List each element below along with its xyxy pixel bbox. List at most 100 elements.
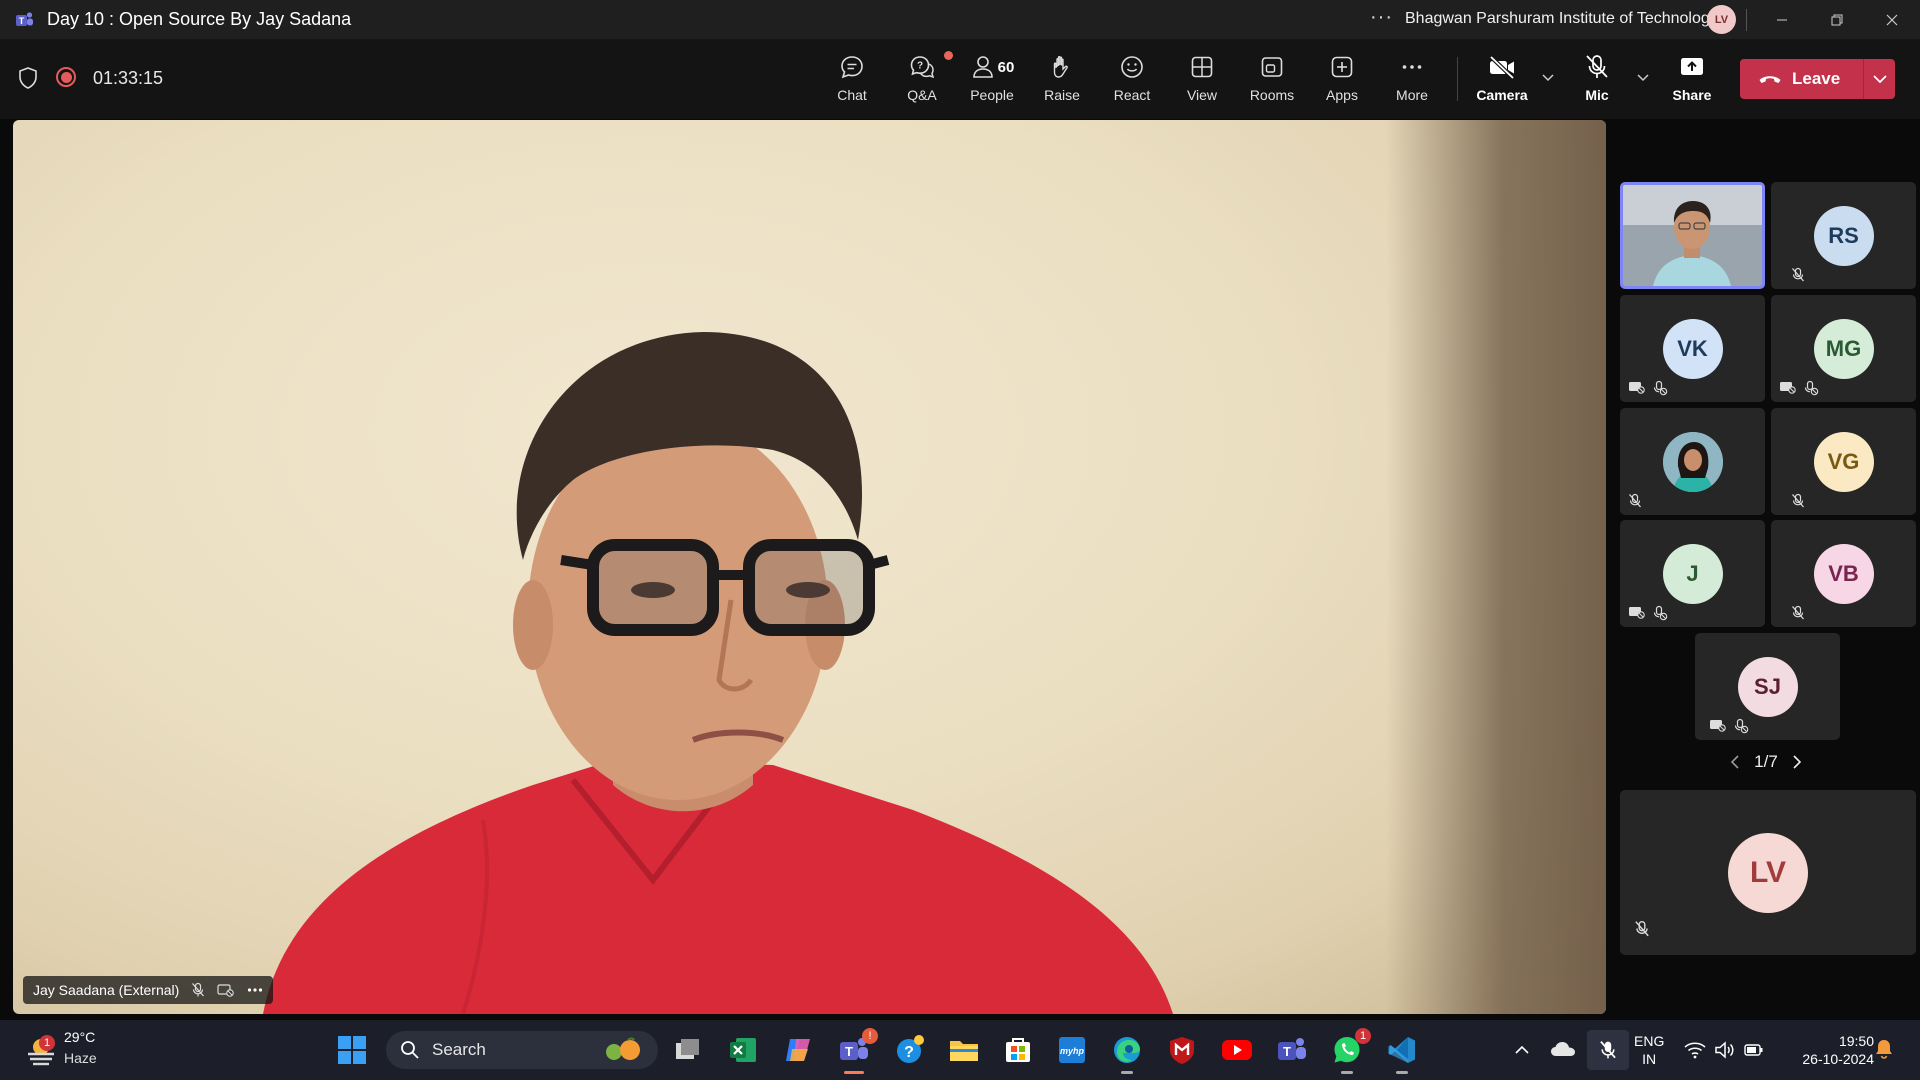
toolbar-divider [1457, 57, 1458, 101]
taskbar-helper-app[interactable]: ? [890, 1030, 930, 1070]
svg-text:T: T [19, 16, 25, 26]
volume-icon [1715, 1041, 1734, 1059]
participant-tile-video[interactable] [1620, 182, 1765, 289]
user-avatar[interactable]: LV [1707, 5, 1736, 34]
participant-tile-vk[interactable]: VK [1620, 295, 1765, 402]
running-indicator [844, 1071, 864, 1074]
raise-hand-button[interactable]: Raise [1030, 51, 1094, 109]
apps-label: Apps [1326, 87, 1358, 103]
onedrive-cloud-icon[interactable] [1550, 1040, 1576, 1058]
windows-logo-icon [338, 1036, 366, 1064]
taskbar-youtube[interactable] [1217, 1030, 1257, 1070]
rooms-button[interactable]: Rooms [1240, 51, 1304, 109]
share-button[interactable]: Share [1660, 51, 1724, 109]
mic-button[interactable]: Mic [1565, 51, 1629, 109]
system-clock[interactable]: 19:50 26-10-2024 [1782, 1032, 1874, 1068]
shield-icon[interactable] [18, 67, 38, 89]
clock-time: 19:50 [1838, 1033, 1874, 1049]
camera-button[interactable]: Camera [1470, 51, 1534, 109]
speaker-name-tag: Jay Saadana (External) [23, 976, 274, 1004]
react-label: React [1113, 87, 1151, 103]
participant-tile-mg[interactable]: MG [1771, 295, 1916, 402]
input-language[interactable]: ENG IN [1634, 1032, 1664, 1068]
wifi-icon [1684, 1042, 1706, 1059]
qa-button[interactable]: ? Q&A [890, 51, 954, 109]
svg-text:myhp: myhp [1060, 1046, 1085, 1056]
system-tray-status[interactable] [1684, 1020, 1764, 1080]
leave-button[interactable]: Leave [1740, 59, 1863, 99]
participant-avatar: J [1662, 543, 1723, 604]
leave-options-button[interactable] [1864, 74, 1895, 84]
view-button[interactable]: View [1170, 51, 1234, 109]
participant-tile-rs[interactable]: RS [1771, 182, 1916, 289]
people-icon [972, 56, 993, 78]
divider [1746, 9, 1747, 31]
more-button[interactable]: More [1380, 51, 1444, 109]
taskbar-teams[interactable]: T ! [834, 1028, 878, 1074]
close-button[interactable] [1874, 6, 1910, 34]
language-code: ENG [1634, 1033, 1665, 1049]
clock-date: 26-10-2024 [1802, 1051, 1874, 1067]
participant-avatar: SJ [1737, 656, 1798, 717]
notification-bell-icon[interactable] [1874, 1038, 1894, 1060]
taskbar-mcafee[interactable] [1162, 1030, 1202, 1070]
participant-tile-sj[interactable]: SJ [1695, 633, 1840, 740]
title-bar: T Day 10 : Open Source By Jay Sadana ···… [0, 0, 1920, 39]
chat-label: Chat [837, 87, 867, 103]
chevron-right-icon[interactable] [1792, 755, 1802, 769]
self-view-tile[interactable]: LV [1620, 790, 1916, 955]
people-button[interactable]: 60 People [960, 51, 1024, 109]
react-button[interactable]: React [1100, 51, 1164, 109]
taskbar-microsoft-store[interactable] [998, 1030, 1038, 1070]
camera-options-chevron-down-icon[interactable] [1541, 73, 1555, 83]
add-app-icon [1331, 56, 1353, 78]
participant-tile-vb[interactable]: VB [1771, 520, 1916, 627]
participant-avatar: VB [1813, 543, 1874, 604]
chevron-up-icon[interactable] [1514, 1044, 1530, 1056]
taskbar-whatsapp[interactable]: 1 [1327, 1028, 1371, 1074]
mic-status-button[interactable] [1587, 1030, 1629, 1070]
taskbar-search[interactable]: Search [386, 1031, 658, 1069]
taskbar-edge[interactable] [1107, 1030, 1147, 1074]
participant-panel: RS VK MG VG J VB SJ 1/7 LV [1616, 120, 1920, 1014]
taskbar-vscode[interactable] [1382, 1030, 1422, 1074]
share-label: Share [1672, 87, 1712, 103]
hang-up-icon [1759, 76, 1781, 83]
more-options-icon[interactable]: ··· [1370, 6, 1393, 29]
more-options-icon[interactable] [247, 987, 263, 993]
participant-avatar: MG [1813, 318, 1874, 379]
minimize-icon [1777, 19, 1787, 21]
taskbar-excel[interactable] [723, 1030, 763, 1070]
teams-classic-icon: T [1278, 1038, 1306, 1060]
speaker-video [263, 332, 1173, 1014]
mic-options-chevron-down-icon[interactable] [1636, 73, 1650, 83]
chat-button[interactable]: Chat [820, 51, 884, 109]
battery-icon [1744, 1044, 1763, 1056]
apps-button[interactable]: Apps [1310, 51, 1374, 109]
self-avatar: LV [1728, 832, 1808, 913]
participant-tile-j[interactable]: J [1620, 520, 1765, 627]
restore-button[interactable] [1819, 6, 1855, 34]
chevron-left-icon[interactable] [1730, 755, 1740, 769]
taskbar-task-view[interactable] [668, 1030, 708, 1070]
participant-tile-photo[interactable] [1620, 408, 1765, 515]
mic-off-icon [1586, 55, 1608, 78]
participant-tile-vg[interactable]: VG [1771, 408, 1916, 515]
start-button[interactable] [332, 1030, 372, 1070]
screen-share-off-icon [217, 984, 235, 997]
mic-off-icon [1635, 921, 1649, 937]
minimize-button[interactable] [1764, 6, 1800, 34]
qa-icon: ? [910, 56, 935, 79]
weather-widget[interactable]: 1 29°C Haze [22, 1028, 112, 1072]
taskbar-file-explorer[interactable] [944, 1030, 984, 1070]
taskbar-myhp[interactable]: myhp [1052, 1030, 1092, 1070]
svg-text:?: ? [904, 1044, 914, 1061]
taskbar-teams-classic[interactable]: T [1272, 1030, 1312, 1070]
main-video-stage[interactable]: Jay Saadana (External) [13, 120, 1606, 1014]
weather-condition: Haze [64, 1050, 97, 1066]
speaker-name: Jay Saadana (External) [33, 982, 180, 998]
organization-name[interactable]: Bhagwan Parshuram Institute of Technolog… [1405, 10, 1718, 28]
screen-share-off-icon [1710, 720, 1726, 732]
taskbar-copilot[interactable] [778, 1030, 818, 1070]
search-highlight-icon [606, 1037, 640, 1060]
